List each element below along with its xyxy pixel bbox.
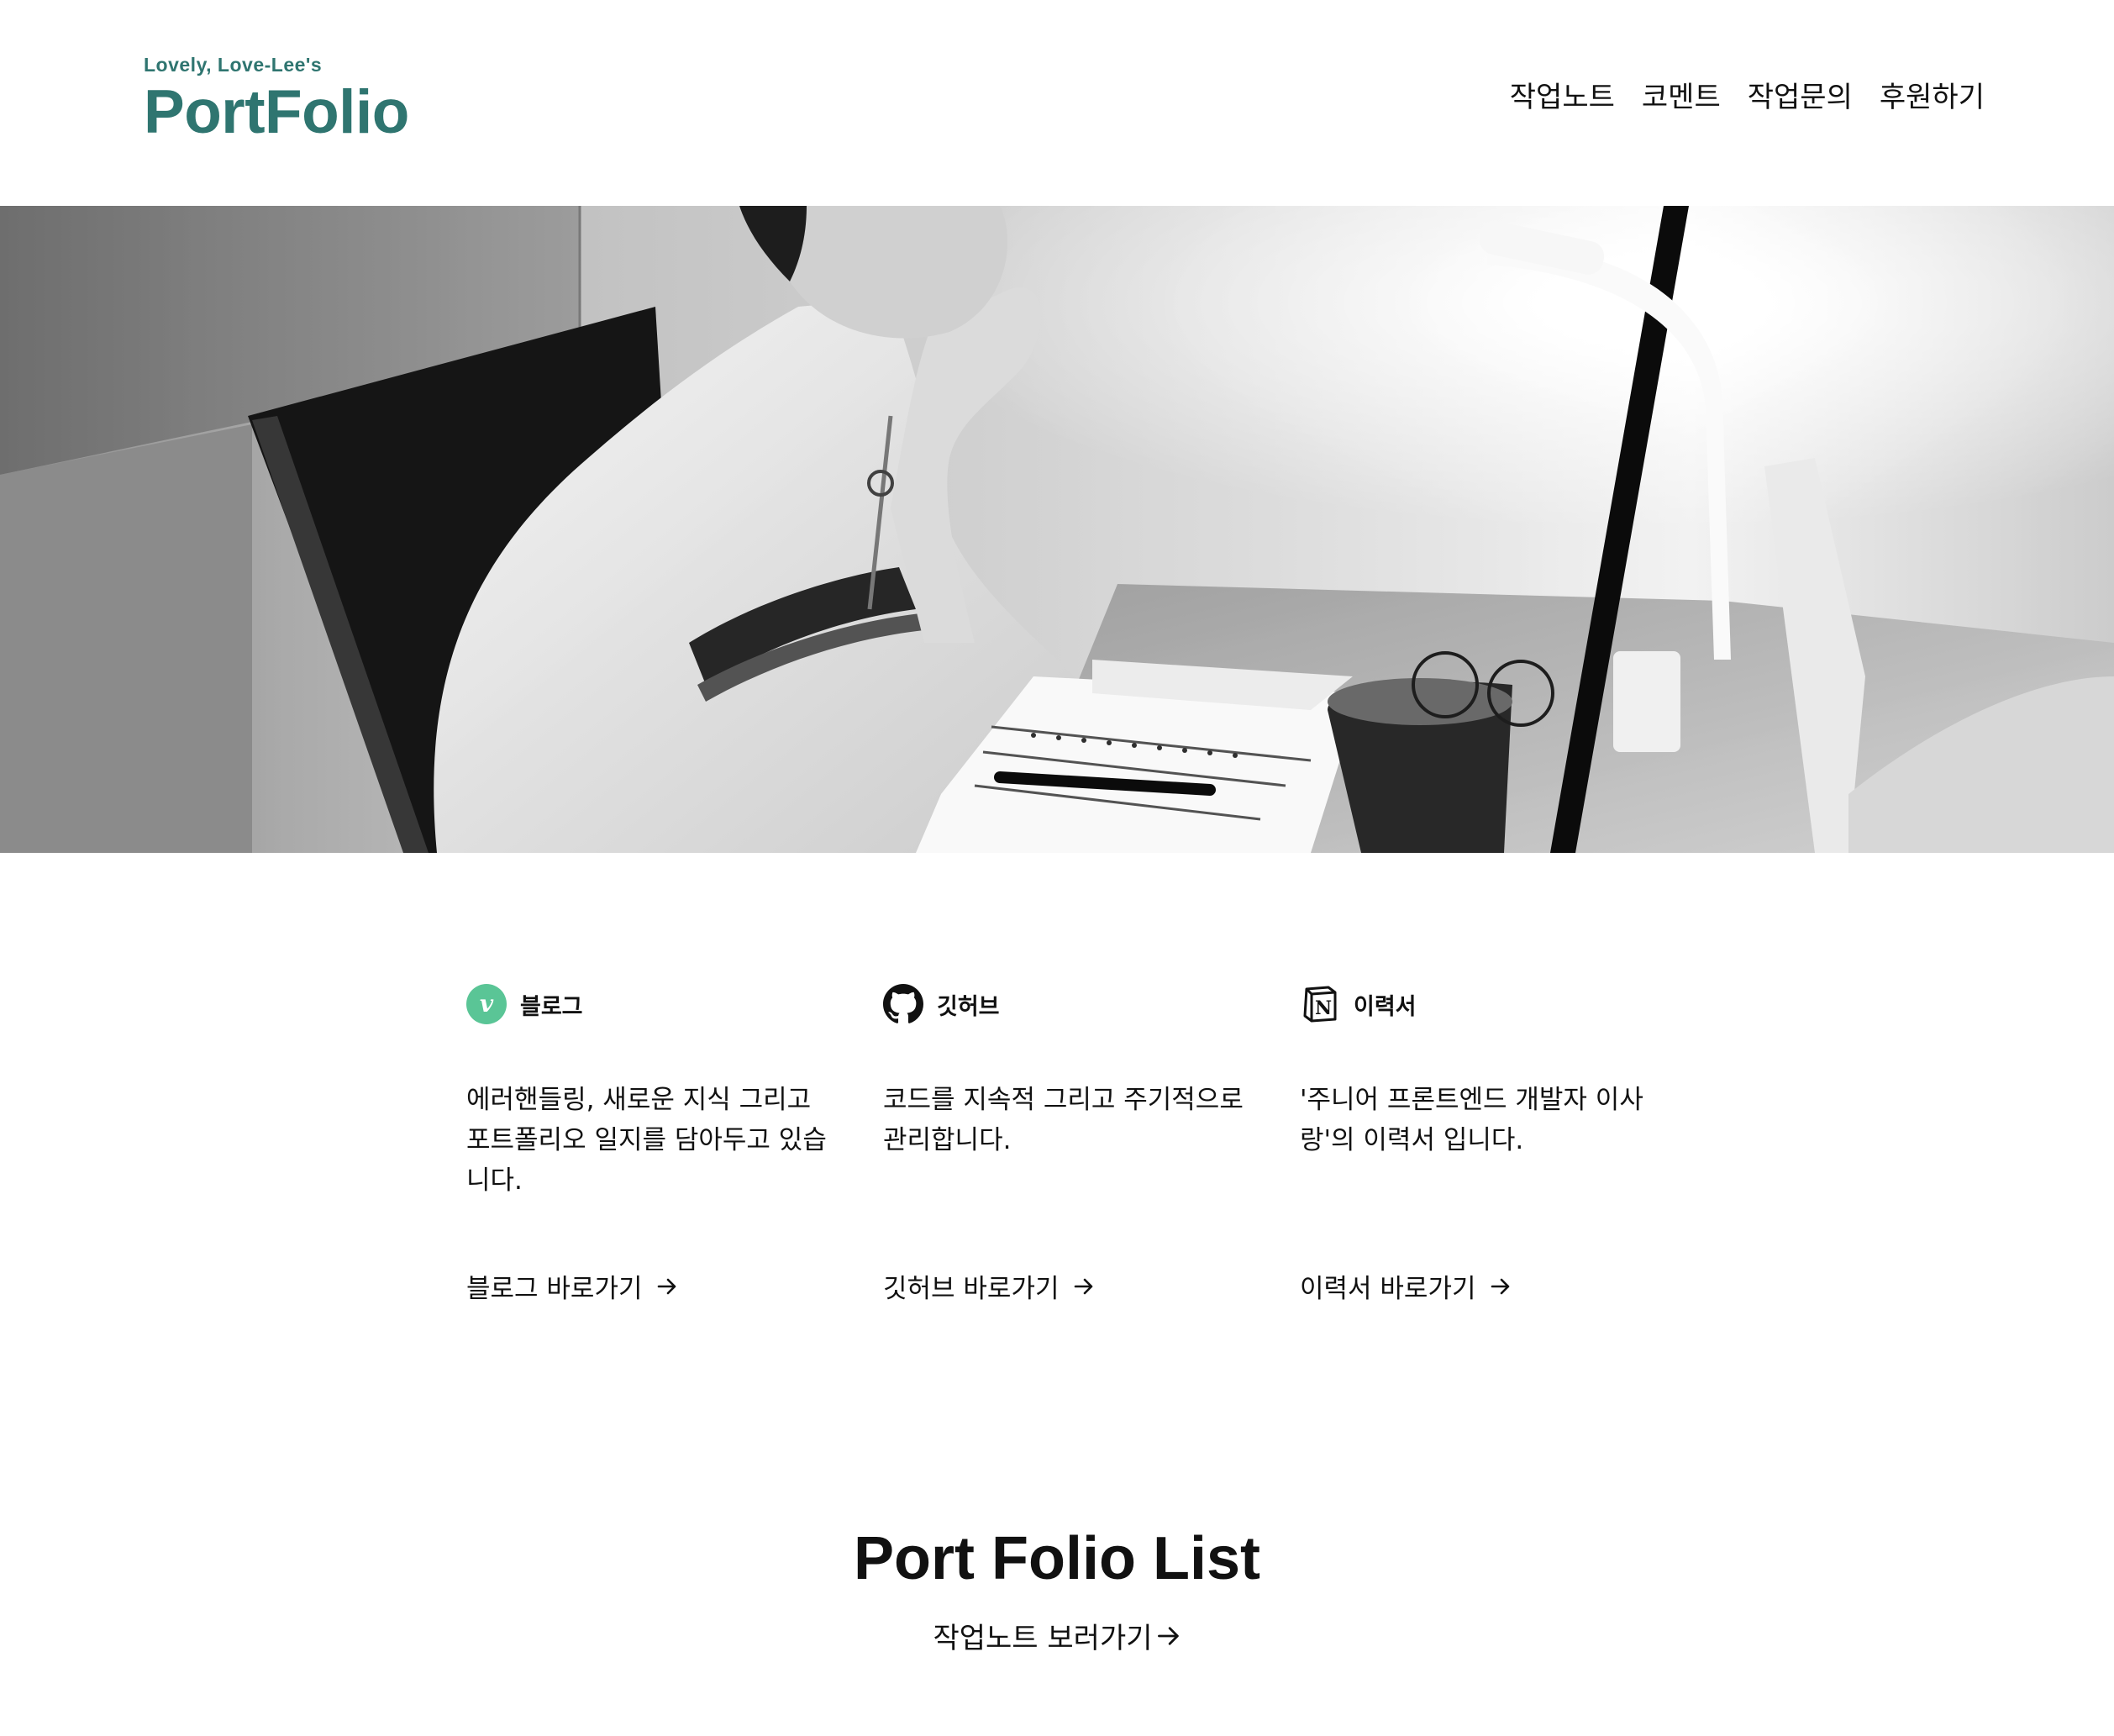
notion-icon: N [1300, 984, 1340, 1024]
github-icon [883, 984, 923, 1024]
card-description: 에러핸들링, 새로운 지식 그리고 포트폴리오 일지를 담아두고 있습니다. [466, 1085, 827, 1196]
link-cards: v 블로그 에러핸들링, 새로운 지식 그리고 포트폴리오 일지를 담아두고 있… [466, 983, 1717, 1319]
arrow-right-icon [1156, 1623, 1181, 1649]
nav-item-sponsor[interactable]: 후원하기 [1880, 77, 1985, 118]
svg-text:N: N [1315, 997, 1332, 1019]
github-link-label: 깃허브 바로가기 [883, 1274, 1060, 1304]
blog-link-label: 블로그 바로가기 [466, 1274, 643, 1304]
card-github: 깃허브 코드를 지속적 그리고 주기적으로 관리합니다. 깃허브 바로가기 [883, 983, 1300, 1319]
velog-icon: v [466, 984, 507, 1024]
main-nav: 작업노트 코멘트 작업문의 후원하기 [1510, 77, 1985, 118]
brand-logo[interactable]: Lovely, Love-Lee's PortFolio [144, 52, 409, 146]
arrow-right-icon [1490, 1276, 1512, 1297]
portfolio-list-section: Port Folio List 작업노트 보러가기 [0, 1521, 2114, 1656]
view-work-notes-label: 작업노트 보러가기 [933, 1622, 1153, 1655]
nav-item-inquiry[interactable]: 작업문의 [1748, 77, 1853, 118]
view-work-notes-link[interactable]: 작업노트 보러가기 [933, 1615, 1181, 1656]
site-header: Lovely, Love-Lee's PortFolio 작업노트 코멘트 작업… [0, 0, 2114, 206]
resume-link-label: 이력서 바로가기 [1300, 1274, 1476, 1304]
github-link[interactable]: 깃허브 바로가기 [883, 1267, 1095, 1305]
card-resume: N 이력서 '주니어 프론트엔드 개발자 이사랑'의 이력서 입니다. 이력서 … [1300, 983, 1717, 1319]
card-description: '주니어 프론트엔드 개발자 이사랑'의 이력서 입니다. [1300, 1085, 1643, 1155]
resume-link[interactable]: 이력서 바로가기 [1300, 1267, 1512, 1305]
nav-item-comments[interactable]: 코멘트 [1642, 77, 1721, 118]
brand-title: PortFolio [144, 78, 409, 146]
card-title: 깃허브 [937, 993, 1000, 1020]
card-title: 이력서 [1354, 993, 1417, 1020]
card-header: 깃허브 [883, 983, 1300, 1025]
arrow-right-icon [656, 1276, 678, 1297]
hero-photo-illustration [0, 206, 2114, 853]
svg-text:v: v [480, 990, 494, 1018]
card-description: 코드를 지속적 그리고 주기적으로 관리합니다. [883, 1085, 1244, 1155]
card-header: v 블로그 [466, 983, 883, 1025]
arrow-right-icon [1073, 1276, 1095, 1297]
blog-link[interactable]: 블로그 바로가기 [466, 1267, 678, 1305]
portfolio-list-title: Port Folio List [854, 1525, 1260, 1592]
hero-image [0, 206, 2114, 853]
nav-item-work-notes[interactable]: 작업노트 [1510, 77, 1615, 118]
card-title: 블로그 [520, 993, 583, 1020]
brand-tagline: Lovely, Love-Lee's [144, 54, 323, 76]
card-blog: v 블로그 에러핸들링, 새로운 지식 그리고 포트폴리오 일지를 담아두고 있… [466, 983, 883, 1319]
card-header: N 이력서 [1300, 983, 1717, 1025]
